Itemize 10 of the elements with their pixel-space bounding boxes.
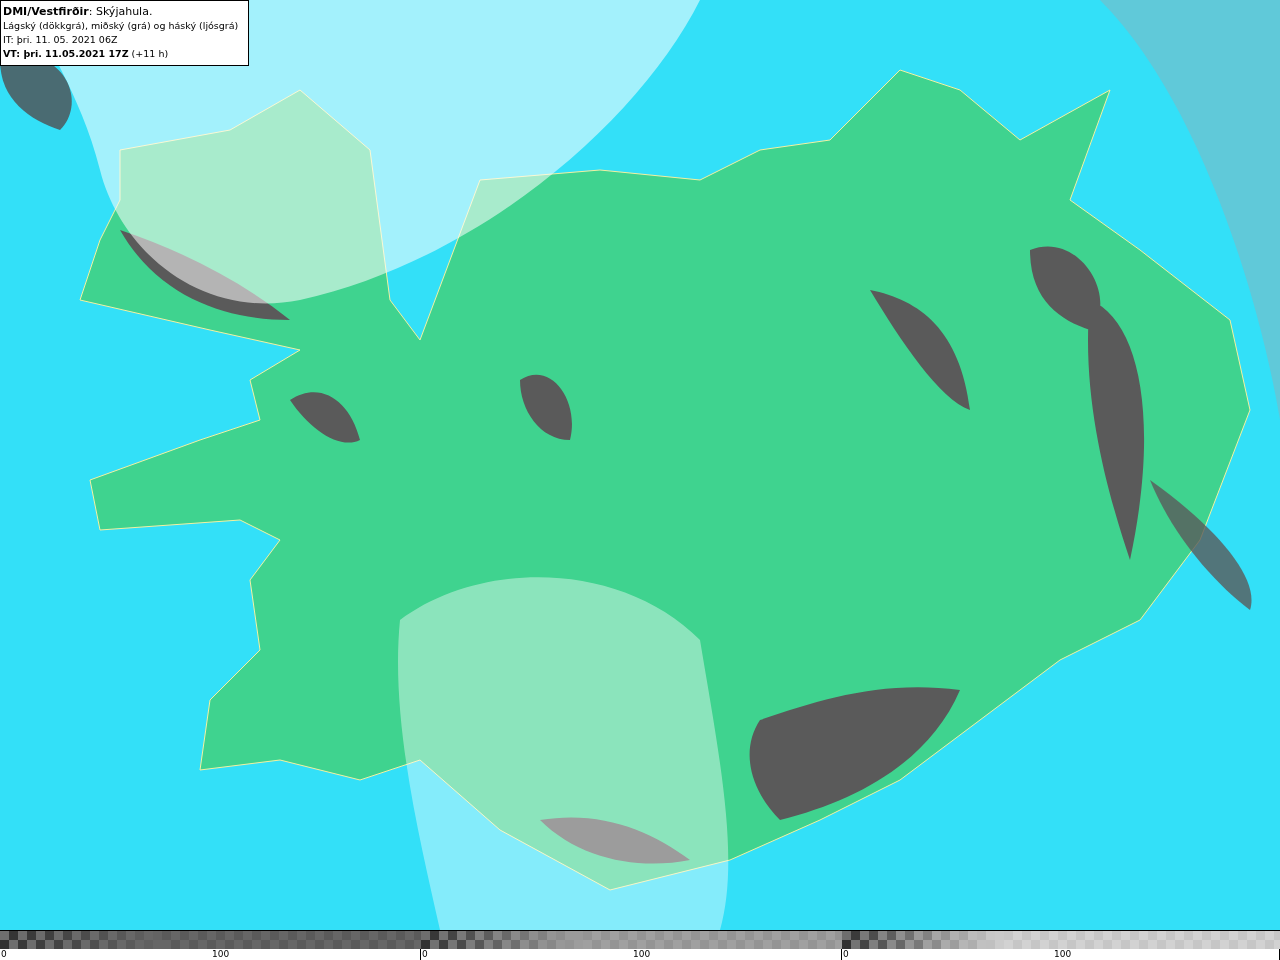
scale-label: 0	[1, 949, 7, 960]
scale-label: 100	[212, 949, 230, 960]
info-text: DMI/Vestfirðir: Skýjahula.	[3, 5, 154, 19]
scale-label: 0	[843, 949, 849, 960]
scale-label: 100	[633, 949, 651, 960]
scale-label: 100	[1054, 949, 1072, 960]
info-text: VT: þri. 11.05.2021 17Z (+11 h)	[3, 47, 170, 61]
info-text: Lágský (dökkgrá), miðský (grá) og háský (ljósgrá)	[3, 19, 240, 33]
scale-label: 0	[422, 949, 428, 960]
info-text: IT: þri. 11. 05. 2021 06Z	[3, 33, 119, 47]
